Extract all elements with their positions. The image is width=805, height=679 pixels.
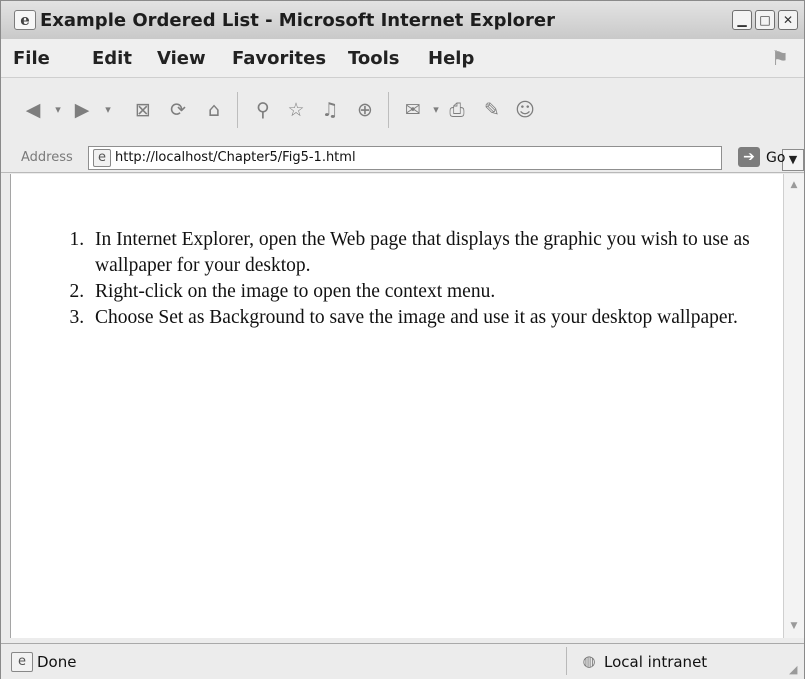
browser-window: e Example Ordered List - Microsoft Inter… <box>0 0 805 679</box>
menu-edit[interactable]: Edit <box>92 48 132 69</box>
mail-icon[interactable]: ✉ <box>402 99 424 121</box>
security-zone: Local intranet <box>604 653 708 671</box>
menu-view[interactable]: View <box>157 48 206 69</box>
forward-dropdown-icon[interactable]: ▾ <box>97 99 119 121</box>
menu-file[interactable]: File <box>13 48 50 69</box>
menu-help[interactable]: Help <box>428 48 474 69</box>
address-bar: Address e http://localhost/Chapter5/Fig5… <box>1 144 804 173</box>
status-text: Done <box>37 653 77 671</box>
mail-dropdown-icon[interactable]: ▾ <box>425 99 447 121</box>
edit-icon[interactable]: ✎ <box>481 99 503 121</box>
menu-favorites[interactable]: Favorites <box>232 48 326 69</box>
page-icon: e <box>93 149 111 167</box>
favorites-icon[interactable]: ☆ <box>285 99 307 121</box>
list-item: Right-click on the image to open the con… <box>89 279 805 305</box>
back-icon[interactable]: ◀ <box>22 99 44 121</box>
menu-bar: File Edit View Favorites Tools Help ⚑ <box>1 39 804 78</box>
search-icon[interactable]: ⚲ <box>252 99 274 121</box>
minimize-icon[interactable]: ▁ <box>732 10 752 30</box>
list-item: Choose Set as Background to save the ima… <box>89 305 805 331</box>
status-divider <box>566 647 567 675</box>
go-arrow-icon[interactable]: ➔ <box>738 147 760 167</box>
scroll-down-icon[interactable]: ▼ <box>787 619 801 633</box>
refresh-icon[interactable]: ⟳ <box>167 99 189 121</box>
toolbar: ◀ ▾ ▶ ▾ ⊠ ⟳ ⌂ ⚲ ☆ ♫ ⊕ ✉ ▾ ⎙ ✎ ☺ <box>1 78 804 145</box>
menu-tools[interactable]: Tools <box>348 48 400 69</box>
go-button[interactable]: Go <box>766 150 785 166</box>
ordered-list: In Internet Explorer, open the Web page … <box>45 227 805 331</box>
close-icon[interactable]: ✕ <box>778 10 798 30</box>
toolbar-separator <box>237 92 238 128</box>
toolbar-separator <box>388 92 389 128</box>
resize-grip-icon[interactable]: ◢ <box>789 664 801 676</box>
title-bar: e Example Ordered List - Microsoft Inter… <box>1 1 804 40</box>
intranet-icon: ◍ <box>582 652 596 670</box>
home-icon[interactable]: ⌂ <box>203 99 225 121</box>
history-icon[interactable]: ⊕ <box>354 99 376 121</box>
stop-icon[interactable]: ⊠ <box>132 99 154 121</box>
windows-logo-icon: ⚑ <box>771 46 789 70</box>
list-item: In Internet Explorer, open the Web page … <box>89 227 805 279</box>
status-bar: e Done ◍ Local intranet ◢ <box>1 643 804 679</box>
back-dropdown-icon[interactable]: ▾ <box>47 99 69 121</box>
messenger-icon[interactable]: ☺ <box>514 99 536 121</box>
address-url[interactable]: http://localhost/Chapter5/Fig5-1.html <box>115 150 356 165</box>
forward-icon[interactable]: ▶ <box>71 99 93 121</box>
window-title: Example Ordered List - Microsoft Interne… <box>40 10 555 31</box>
address-label: Address <box>21 150 73 165</box>
address-input[interactable]: e http://localhost/Chapter5/Fig5-1.html … <box>88 146 804 171</box>
ie-logo-icon: e <box>14 10 36 30</box>
print-icon[interactable]: ⎙ <box>446 99 468 121</box>
media-icon[interactable]: ♫ <box>319 99 341 121</box>
window-controls: ▁ □ ✕ <box>732 10 798 30</box>
status-page-icon: e <box>11 652 33 672</box>
maximize-icon[interactable]: □ <box>755 10 775 30</box>
scroll-up-icon[interactable]: ▲ <box>787 178 801 192</box>
